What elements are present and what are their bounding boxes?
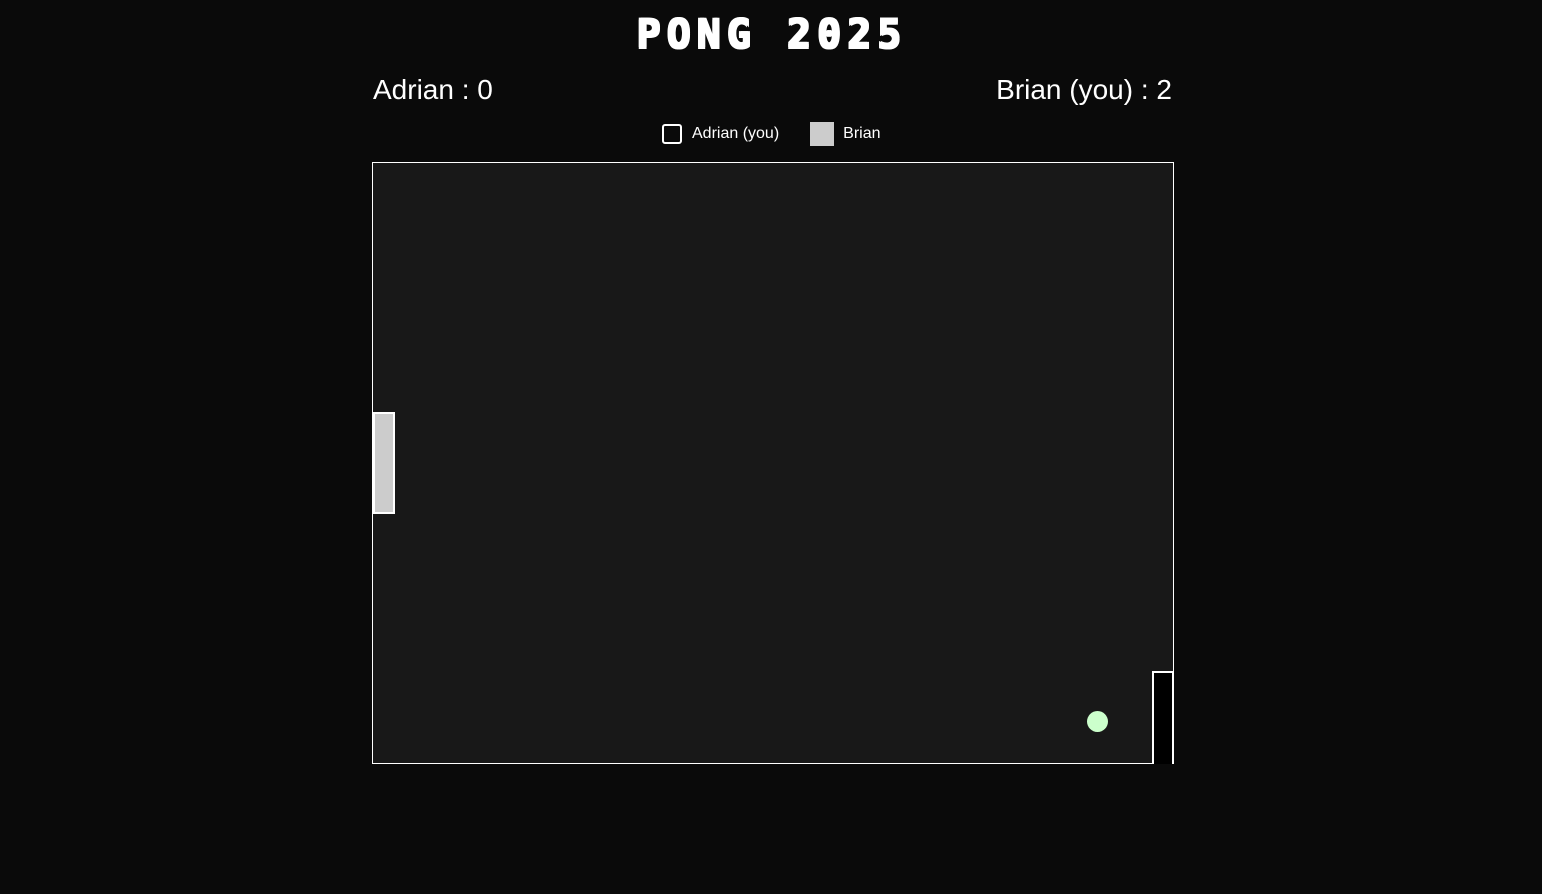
game-title: PONG 2025 [635,11,907,57]
legend-label-adrian: Adrian (you) [692,125,780,142]
game-page: PONG 2025 Adrian : 0 Brian (you) : 2 Adr… [0,0,1542,894]
right-paddle[interactable] [1152,671,1174,764]
legend-label-brian: Brian [843,125,881,142]
left-paddle [373,412,395,514]
outline-swatch-icon [662,124,682,144]
game-court[interactable] [372,162,1174,764]
score-left: Adrian : 0 [373,74,493,105]
score-right: Brian (you) : 2 [996,74,1172,105]
legend-item-adrian: Adrian (you) [662,124,779,144]
player-legend: Adrian (you) Brian [662,122,912,146]
ball [1087,711,1108,732]
legend-item-brian: Brian [810,122,881,146]
filled-swatch-icon [810,122,835,146]
